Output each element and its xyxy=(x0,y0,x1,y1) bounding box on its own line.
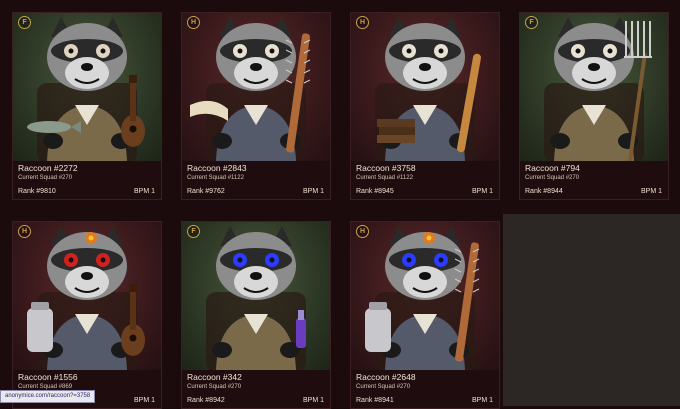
card-info: Raccoon #2843 Current Squad #1122 Rank #… xyxy=(182,161,330,199)
class-badge-icon: H xyxy=(356,16,369,29)
raccoon-name: Raccoon #3758 xyxy=(356,163,416,173)
class-badge-icon: H xyxy=(18,225,31,238)
raccoon-art[interactable]: F xyxy=(13,13,161,161)
raccoon-portrait xyxy=(206,226,306,370)
raccoon-portrait xyxy=(365,226,480,370)
raccoon-card[interactable]: H Raccoon #3758 Current Squad #1122 Rank… xyxy=(350,12,500,200)
raccoon-card[interactable]: H Raccoon #2648 Current Squad #270 Rank … xyxy=(350,221,500,409)
flower-icon xyxy=(85,232,97,244)
raccoon-head xyxy=(216,226,296,300)
books-icon xyxy=(377,119,415,143)
raccoon-art[interactable]: F xyxy=(182,222,330,370)
card-info: Raccoon #794 Current Squad #270 Rank #89… xyxy=(520,161,668,199)
flower-icon xyxy=(423,232,435,244)
raccoon-portrait xyxy=(27,226,145,370)
current-squad: Current Squad #270 xyxy=(356,384,411,390)
raccoon-card[interactable]: H Raccoon #1556 Current Squad #869 Rank … xyxy=(12,221,162,409)
class-badge-icon: H xyxy=(356,225,369,238)
milk-jug-icon xyxy=(365,302,391,352)
bpm-value: BPM 1 xyxy=(302,188,324,195)
raccoon-head xyxy=(216,17,296,91)
current-squad: Current Squad #270 xyxy=(187,384,242,390)
raccoon-art[interactable]: H xyxy=(351,222,499,370)
raccoon-head xyxy=(47,17,127,91)
card-info: Raccoon #342 Current Squad #270 Rank #89… xyxy=(182,370,330,408)
raccoon-portrait xyxy=(190,17,311,161)
card-info: Raccoon #2648 Current Squad #270 Rank #8… xyxy=(351,370,499,408)
rank-value: Rank #9762 xyxy=(187,188,225,195)
bpm-value: BPM 1 xyxy=(302,397,324,404)
current-squad: Current Squad #1122 xyxy=(187,175,244,181)
bpm-value: BPM 1 xyxy=(471,397,493,404)
raccoon-head xyxy=(554,17,634,91)
card-info: Raccoon #3758 Current Squad #1122 Rank #… xyxy=(351,161,499,199)
raccoon-card[interactable]: F Raccoon #342 Current Squad #270 Rank #… xyxy=(181,221,331,409)
status-url-bar: anonymice.com/raccoon?=3758 xyxy=(0,390,96,403)
raccoon-card[interactable]: F Raccoon #2272 Current Squad #270 Rank … xyxy=(12,12,162,200)
raccoon-portrait xyxy=(27,17,145,161)
bpm-value: BPM 1 xyxy=(471,188,493,195)
raccoon-name: Raccoon #2843 xyxy=(187,163,247,173)
raccoon-portrait xyxy=(375,17,481,161)
class-badge-icon: F xyxy=(525,16,538,29)
raccoon-name: Raccoon #2648 xyxy=(356,372,416,382)
raccoon-name: Raccoon #1556 xyxy=(18,372,78,382)
milk-jug-icon xyxy=(27,302,53,352)
card-info: Raccoon #2272 Current Squad #270 Rank #9… xyxy=(13,161,161,199)
bpm-value: BPM 1 xyxy=(640,188,662,195)
class-badge-icon: F xyxy=(18,16,31,29)
raccoon-art[interactable]: H xyxy=(351,13,499,161)
rank-value: Rank #8945 xyxy=(356,188,394,195)
class-badge-icon: H xyxy=(187,16,200,29)
raccoon-name: Raccoon #794 xyxy=(525,163,580,173)
raccoon-card[interactable]: F Raccoon #794 Current Squad #270 Rank #… xyxy=(519,12,669,200)
raccoon-name: Raccoon #2272 xyxy=(18,163,78,173)
rank-value: Rank #8944 xyxy=(525,188,563,195)
current-squad: Current Squad #270 xyxy=(18,175,73,181)
raccoon-art[interactable]: H xyxy=(182,13,330,161)
bpm-value: BPM 1 xyxy=(133,397,155,404)
rank-value: Rank #8941 xyxy=(356,397,394,404)
rank-value: Rank #9810 xyxy=(18,188,56,195)
current-squad: Current Squad #270 xyxy=(525,175,580,181)
rank-value: Rank #8942 xyxy=(187,397,225,404)
raccoon-name: Raccoon #342 xyxy=(187,372,242,382)
class-badge-icon: F xyxy=(187,225,200,238)
bpm-value: BPM 1 xyxy=(133,188,155,195)
raccoon-art[interactable]: H xyxy=(13,222,161,370)
raccoon-card[interactable]: H Raccoon #2843 Current Squad #1122 Rank… xyxy=(181,12,331,200)
raccoon-art[interactable]: F xyxy=(520,13,668,161)
raccoon-head xyxy=(385,17,465,91)
empty-card-slot xyxy=(503,214,680,406)
raccoon-portrait xyxy=(544,17,652,161)
current-squad: Current Squad #1122 xyxy=(356,175,413,181)
